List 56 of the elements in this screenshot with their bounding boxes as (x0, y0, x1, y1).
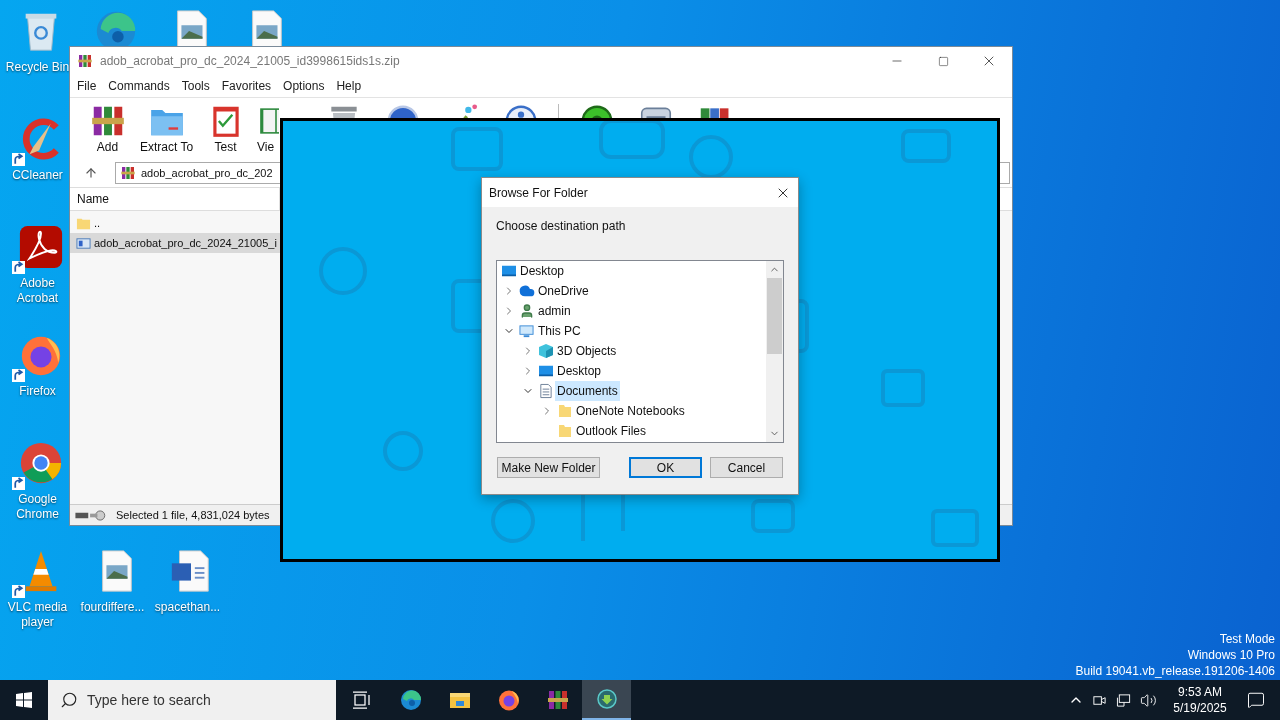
archive-icon (120, 165, 136, 181)
acrobat-icon[interactable] (11, 224, 64, 274)
tree-item[interactable]: OneDrive (536, 281, 591, 301)
clock[interactable]: 9:53 AM 5/19/2025 (1165, 684, 1235, 716)
document-icon (538, 383, 553, 399)
menu-item[interactable]: File (72, 77, 102, 95)
cloud-icon (518, 283, 535, 299)
dialog-title: Browse For Folder (489, 184, 588, 202)
windows-logo-icon (16, 692, 32, 708)
system-notice-text: Build 19041.vb_release.191206-1406 (1075, 663, 1275, 679)
volume-icon[interactable] (1140, 691, 1157, 709)
window-title: adob_acrobat_pro_dc_2024_21005_id3998615ids1s.zip (100, 53, 400, 70)
file-row[interactable]: adob_acrobat_pro_dc_2024_21005_i (70, 233, 280, 253)
folder-icon (556, 403, 573, 419)
search-icon (60, 691, 78, 709)
scrollbar[interactable] (766, 261, 783, 442)
tree-item[interactable]: Desktop (555, 361, 604, 381)
network-icon[interactable] (1116, 692, 1132, 708)
tree-item[interactable]: admin (536, 301, 573, 321)
dialog-button[interactable]: Cancel (710, 457, 783, 478)
tree-item[interactable]: Desktop (518, 261, 567, 281)
tree-item[interactable]: This PC (536, 321, 583, 341)
up-arrow-icon[interactable] (84, 166, 98, 180)
menu-item[interactable]: Tools (176, 77, 215, 95)
system-notice-text: Windows 10 Pro (1187, 647, 1275, 663)
toolbar-button[interactable]: Extract To (137, 102, 196, 154)
file-row[interactable]: .. (70, 213, 280, 233)
toolbar-button[interactable]: Add (78, 102, 137, 154)
search-field[interactable]: Type here to search (48, 680, 336, 720)
menu-item[interactable]: Favorites (216, 77, 277, 95)
file-icon (76, 235, 91, 251)
cube-icon (537, 343, 554, 359)
status-text: Selected 1 file, 4,831,024 bytes (116, 507, 270, 523)
folder-icon (556, 423, 573, 439)
menu-item[interactable]: Help (331, 77, 367, 95)
chrome-icon[interactable] (11, 440, 64, 490)
computer-icon (518, 323, 535, 339)
installer-taskbar-icon[interactable] (582, 680, 631, 720)
desktop-icon (500, 264, 517, 278)
tree-item[interactable]: Outlook Files (574, 421, 649, 441)
desktop-icon (537, 364, 554, 378)
dialog-button[interactable]: Make New Folder (497, 457, 600, 478)
notifications-icon[interactable] (1247, 691, 1265, 709)
app-icon (77, 53, 93, 69)
toolbar-button[interactable]: Test (196, 102, 255, 154)
tree-item[interactable]: Documents (555, 381, 620, 401)
dialog-button[interactable]: OK (629, 457, 702, 478)
prompt-text: Choose destination path (496, 218, 626, 235)
maximize-icon (937, 55, 949, 67)
system-notice-text: Test Mode (1219, 631, 1275, 647)
folder-tree[interactable]: Desktop OneDrive admin This PC 3D Objects Desktop Documents OneNote Notebooks Outlook Files (496, 260, 784, 443)
menu-item[interactable]: Commands (103, 77, 175, 95)
tree-item[interactable]: OneNote Notebooks (574, 401, 687, 421)
tree-item[interactable]: 3D Objects (555, 341, 619, 361)
menu-item[interactable]: Options (278, 77, 330, 95)
drive-icon (74, 509, 108, 521)
